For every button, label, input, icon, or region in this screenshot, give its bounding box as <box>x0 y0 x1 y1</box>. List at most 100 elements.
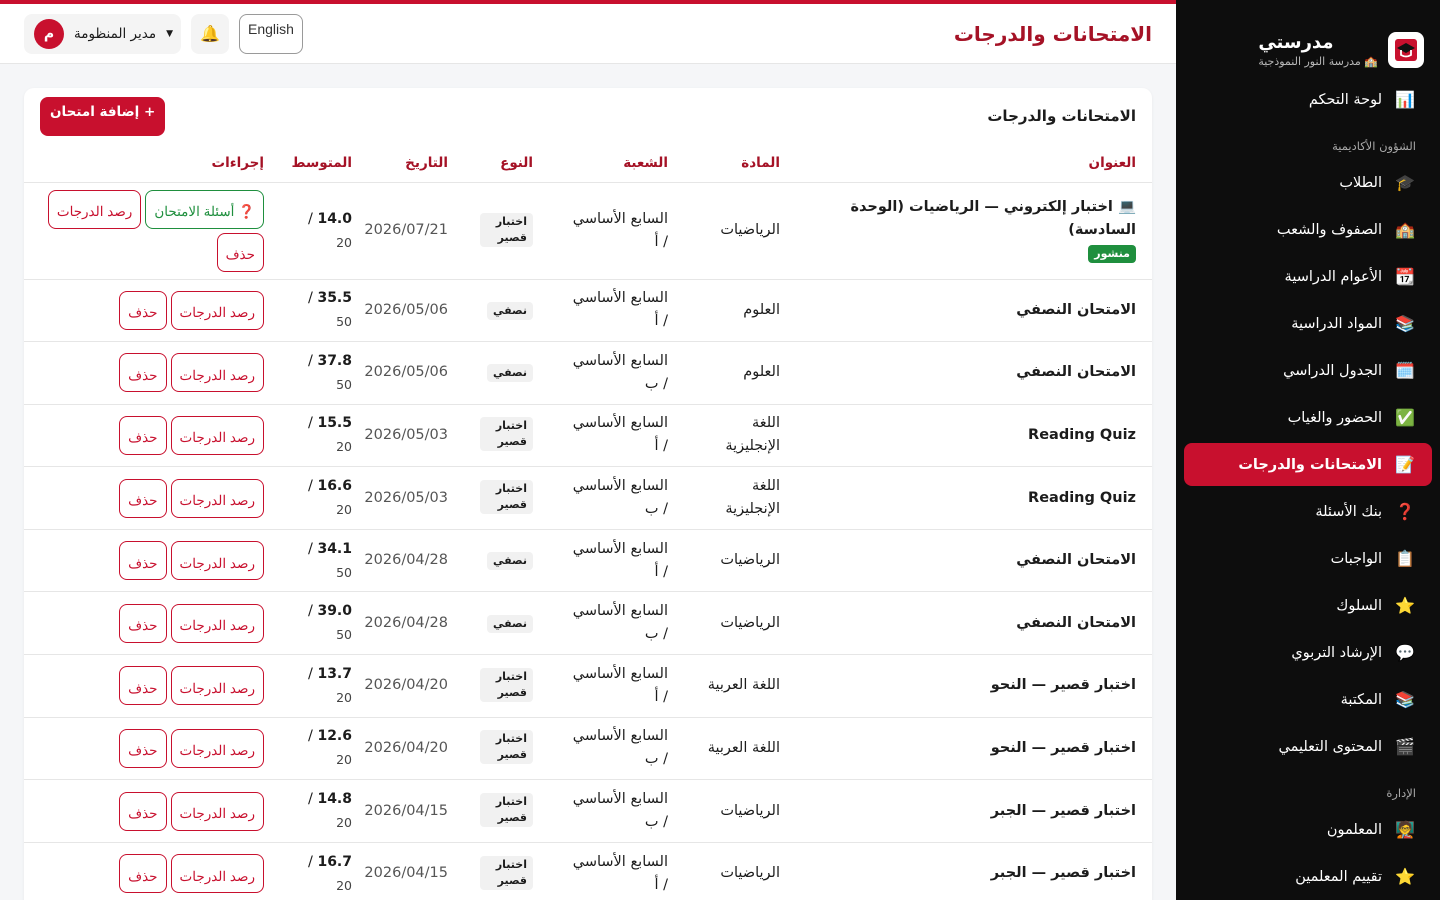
type-cell: اختبار قصير <box>464 466 549 530</box>
sidebar-item-label: المواد الدراسية <box>1291 315 1382 332</box>
sidebar-item[interactable]: 📚 المواد الدراسية <box>1184 302 1432 345</box>
exam-title[interactable]: الامتحان النصفي <box>1016 364 1136 380</box>
sidebar-item[interactable]: 🧑‍🏫 المعلمون <box>1184 808 1432 851</box>
type-badge: اختبار قصير <box>480 417 533 452</box>
exam-title-cell: اختبار قصير — الجبر <box>796 842 1152 900</box>
table-row: اختبار قصير — الجبر الرياضيات السابع الأسا… <box>24 842 1152 900</box>
sidebar-item[interactable]: 🎓 الطلاب <box>1184 161 1432 204</box>
card-title: الامتحانات والدرجات <box>987 107 1136 125</box>
star-icon: ⭐ <box>1395 596 1415 615</box>
sidebar-item[interactable]: ⭐ السلوك <box>1184 584 1432 627</box>
enter-grades-button[interactable]: رصد الدرجات <box>170 353 264 393</box>
average-score: 15.5 <box>317 415 352 432</box>
enter-grades-button[interactable]: رصد الدرجات <box>47 189 142 229</box>
subject-cell: العلوم <box>684 279 796 343</box>
average-max: 50 <box>336 376 352 392</box>
actions-cell: رصد الدرجات حذف <box>24 529 280 593</box>
delete-button[interactable]: حذف <box>216 232 264 272</box>
language-toggle-button[interactable]: English <box>239 13 303 54</box>
type-badge: اختبار قصير <box>480 855 533 890</box>
exam-title[interactable]: اختبار قصير — النحو <box>991 677 1136 693</box>
exam-title[interactable]: Reading Quiz <box>1028 427 1136 443</box>
sidebar-item[interactable]: 📆 الأعوام الدراسية <box>1184 255 1432 298</box>
user-menu[interactable]: ▼ مدير المنظومة م <box>24 13 181 54</box>
type-badge: اختبار قصير <box>480 793 533 828</box>
notifications-button[interactable]: 🔔 <box>191 13 229 54</box>
delete-button[interactable]: حذف <box>119 290 167 330</box>
exam-questions-button[interactable]: ❓ أسئلة الامتحان <box>145 189 264 229</box>
exam-title[interactable]: الامتحان النصفي <box>1016 615 1136 631</box>
sidebar-item[interactable]: ❓ بنك الأسئلة <box>1184 490 1432 533</box>
sidebar-item[interactable]: 🎬 المحتوى التعليمي <box>1184 725 1432 768</box>
published-badge: منشور <box>1088 245 1136 263</box>
sidebar-item[interactable]: 📚 المكتبة <box>1184 678 1432 721</box>
average-value: 35.5 / <box>296 287 352 310</box>
sidebar-item[interactable]: 📋 الواجبات <box>1184 537 1432 580</box>
delete-button[interactable]: حذف <box>119 666 167 706</box>
delete-button[interactable]: حذف <box>119 854 167 894</box>
sidebar-item-label: السلوك <box>1336 597 1382 614</box>
exam-title[interactable]: اختبار قصير — الجبر <box>991 803 1136 819</box>
type-cell: اختبار قصير <box>464 842 549 900</box>
exam-title[interactable]: اختبار قصير — الجبر <box>991 865 1136 881</box>
sidebar-item[interactable]: 💬 الإرشاد التربوي <box>1184 631 1432 674</box>
brand[interactable]: مدرستي 🏫 مدرسة النور النموذجية <box>1176 0 1440 78</box>
actions-cell: رصد الدرجات حذف <box>24 466 280 530</box>
delete-button[interactable]: حذف <box>119 728 167 768</box>
chart-icon: 📊 <box>1395 90 1415 109</box>
delete-button[interactable]: حذف <box>119 478 167 518</box>
date-cell: 2026/05/03 <box>364 404 464 468</box>
enter-grades-button[interactable]: رصد الدرجات <box>170 854 264 894</box>
enter-grades-button[interactable]: رصد الدرجات <box>170 603 264 643</box>
row-actions: رصد الدرجات حذف <box>40 353 264 393</box>
delete-button[interactable]: حذف <box>119 791 167 831</box>
average-max: 20 <box>336 815 352 831</box>
average-value: 13.7 / <box>296 663 352 686</box>
sidebar-item[interactable]: 🏫 الصفوف والشعب <box>1184 208 1432 251</box>
average-cell: 15.5 / 20 <box>280 404 368 468</box>
subject-cell: الرياضيات <box>684 591 796 656</box>
exam-title[interactable]: الامتحان النصفي <box>1016 552 1136 568</box>
sidebar-item[interactable]: ✅ الحضور والغياب <box>1184 396 1432 439</box>
subject-cell: الرياضيات <box>684 529 796 593</box>
exam-title[interactable]: اختبار قصير — النحو <box>991 740 1136 756</box>
exam-title[interactable]: الامتحان النصفي <box>1016 302 1136 318</box>
sidebar-item[interactable]: 📝 الامتحانات والدرجات <box>1184 443 1432 486</box>
exam-title-cell: الامتحان النصفي <box>796 341 1152 405</box>
teacher-icon: 🧑‍🏫 <box>1395 820 1415 839</box>
enter-grades-button[interactable]: رصد الدرجات <box>170 478 264 518</box>
sidebar-item[interactable]: 🗓️ الجدول الدراسي <box>1184 349 1432 392</box>
enter-grades-button[interactable]: رصد الدرجات <box>170 728 264 768</box>
exams-card: الامتحانات والدرجات + إضافة امتحان العنو… <box>24 88 1152 900</box>
sidebar-nav: 📊 لوحة التحكم الشؤون الأكاديمية 🎓 الطلاب 🏫 الص… <box>1176 78 1440 898</box>
type-cell: نصفي <box>464 591 549 656</box>
sidebar-item-label: بنك الأسئلة <box>1315 503 1382 520</box>
enter-grades-button[interactable]: رصد الدرجات <box>170 666 264 706</box>
delete-button[interactable]: حذف <box>119 353 167 393</box>
enter-grades-button[interactable]: رصد الدرجات <box>170 541 264 581</box>
enter-grades-button[interactable]: رصد الدرجات <box>170 415 264 455</box>
add-exam-button[interactable]: + إضافة امتحان <box>40 96 166 136</box>
exam-title[interactable]: 💻 اختبار إلكتروني — الرياضيات (الوحدة ال… <box>850 199 1136 238</box>
average-max: 50 <box>336 314 352 330</box>
card-header: الامتحانات والدرجات + إضافة امتحان <box>24 88 1152 144</box>
delete-button[interactable]: حذف <box>119 415 167 455</box>
books-icon: 📚 <box>1395 314 1415 333</box>
exam-title[interactable]: Reading Quiz <box>1028 490 1136 506</box>
average-max: 20 <box>336 502 352 518</box>
row-actions: رصد الدرجات حذف <box>40 415 264 455</box>
delete-button[interactable]: حذف <box>119 541 167 581</box>
sidebar-item[interactable]: 📊 لوحة التحكم <box>1184 78 1432 121</box>
exam-questions-label: أسئلة الامتحان <box>154 204 235 219</box>
actions-cell: رصد الدرجات حذف <box>24 842 280 900</box>
row-actions: رصد الدرجات حذف <box>40 728 264 768</box>
type-cell: نصفي <box>464 279 549 343</box>
header-average: المتوسط <box>280 144 368 183</box>
enter-grades-button[interactable]: رصد الدرجات <box>170 791 264 831</box>
table-row: Reading Quiz اللغة الإنجليزية السابع الأسا… <box>24 466 1152 530</box>
sidebar-item-label: الأعوام الدراسية <box>1284 268 1382 285</box>
enter-grades-button[interactable]: رصد الدرجات <box>170 290 264 330</box>
sidebar-item-label: الواجبات <box>1330 550 1382 567</box>
sidebar-item[interactable]: ⭐ تقييم المعلمين <box>1184 855 1432 898</box>
delete-button[interactable]: حذف <box>119 603 167 643</box>
